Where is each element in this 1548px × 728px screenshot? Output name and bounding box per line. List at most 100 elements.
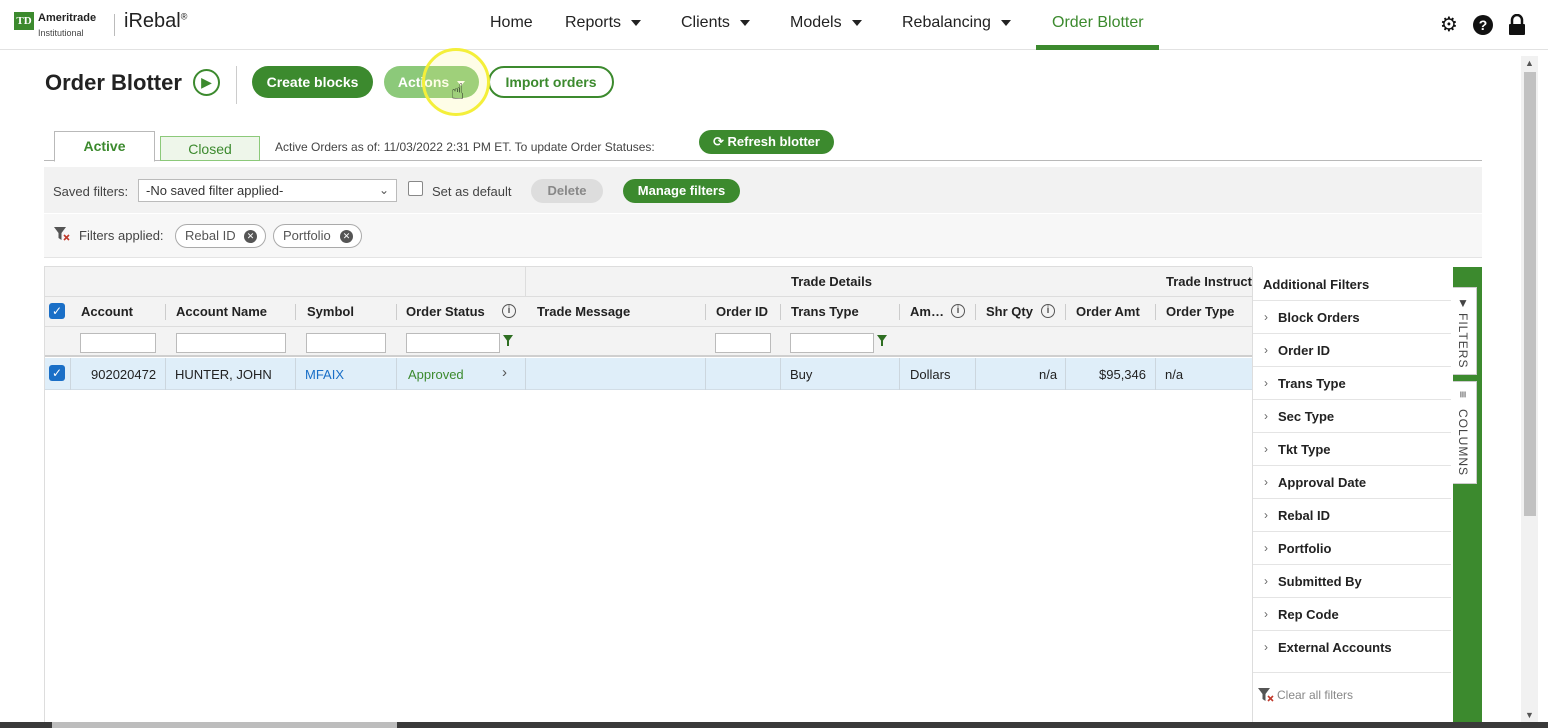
filter-group-label: Order ID [1278, 343, 1331, 358]
chevron-down-icon [631, 19, 642, 26]
grid-group-header-trade [526, 267, 1252, 297]
chevron-right-icon: › [1264, 442, 1268, 456]
tab-active[interactable]: Active [54, 131, 155, 162]
row-checkbox[interactable]: ✓ [49, 365, 65, 381]
col-shr-qty[interactable]: Shr Qty [986, 304, 1033, 319]
info-icon[interactable]: i [951, 304, 965, 318]
nav-order-blotter[interactable]: Order Blotter [1052, 14, 1144, 32]
filter-group-submitted-by[interactable]: › Submitted By [1253, 564, 1451, 597]
scroll-down-icon[interactable]: ▼ [1525, 710, 1534, 720]
create-blocks-button[interactable]: Create blocks [252, 66, 373, 98]
chevron-right-icon: › [1264, 541, 1268, 555]
scroll-up-icon[interactable]: ▲ [1525, 58, 1534, 68]
refresh-blotter-button[interactable]: ⟳ Refresh blotter [699, 130, 834, 154]
group-trade-instructions: Trade Instruct [1166, 274, 1252, 289]
filter-icon[interactable] [877, 335, 887, 346]
grid-group-header-main [45, 267, 526, 297]
nav-reports[interactable]: Reports [565, 14, 642, 32]
import-orders-button[interactable]: Import orders [488, 66, 614, 98]
symbol-link[interactable]: MFAIX [305, 367, 344, 382]
select-all-checkbox[interactable]: ✓ [49, 303, 65, 319]
nav-rebalancing[interactable]: Rebalancing [902, 14, 1011, 32]
product-logo[interactable]: iRebal® [124, 10, 187, 33]
column-divider [396, 304, 397, 320]
col-order-amt[interactable]: Order Amt [1076, 304, 1140, 319]
play-video-icon[interactable]: ▶ [193, 69, 220, 96]
filter-group-rebal-id[interactable]: › Rebal ID [1253, 498, 1451, 531]
trans-type-filter-input[interactable] [790, 333, 874, 353]
filter-chip-label: Rebal ID [185, 228, 236, 243]
filters-applied-label: Filters applied: [79, 228, 164, 243]
filter-group-tkt-type[interactable]: › Tkt Type [1253, 432, 1451, 465]
filter-group-external-accounts[interactable]: › External Accounts [1253, 630, 1451, 663]
saved-filters-label: Saved filters: [53, 184, 129, 199]
product-mark: ® [180, 11, 188, 22]
refresh-blotter-label: Refresh blotter [727, 134, 820, 149]
cell-divider [165, 358, 166, 390]
cell-divider [70, 358, 71, 390]
product-name: iRebal [124, 10, 181, 32]
tab-closed[interactable]: Closed [160, 136, 260, 161]
col-order-status[interactable]: Order Status [406, 304, 485, 319]
saved-filters-select[interactable]: -No saved filter applied- ⌄ [138, 179, 397, 202]
filter-group-sec-type[interactable]: › Sec Type [1253, 399, 1451, 432]
chevron-down-icon [851, 19, 862, 26]
filter-group-label: Portfolio [1278, 541, 1332, 556]
filter-icon[interactable] [503, 335, 513, 346]
lock-icon[interactable] [1506, 13, 1528, 36]
column-divider [780, 304, 781, 320]
column-divider [1155, 304, 1156, 320]
nav-models[interactable]: Models [790, 14, 862, 32]
scrollbar-thumb[interactable] [1524, 72, 1536, 516]
saved-filters-value: -No saved filter applied- [146, 183, 284, 198]
nav-home[interactable]: Home [490, 14, 533, 32]
manage-filters-button[interactable]: Manage filters [623, 179, 740, 203]
info-icon[interactable]: i [1041, 304, 1055, 318]
filter-group-order-id[interactable]: › Order ID [1253, 333, 1451, 366]
symbol-filter-input[interactable] [306, 333, 386, 353]
delete-filter-button[interactable]: Delete [531, 179, 603, 203]
gear-icon[interactable]: ⚙ [1438, 14, 1460, 36]
chevron-right-icon: › [1264, 574, 1268, 588]
filter-group-block-orders[interactable]: › Block Orders [1253, 300, 1451, 333]
account-filter-input[interactable] [80, 333, 156, 353]
col-symbol[interactable]: Symbol [307, 304, 354, 319]
set-as-default-checkbox[interactable] [408, 181, 423, 196]
filter-group-portfolio[interactable]: › Portfolio [1253, 531, 1451, 564]
filter-chip-label: Portfolio [283, 228, 331, 243]
col-trans-type[interactable]: Trans Type [791, 304, 859, 319]
nav-clients[interactable]: Clients [681, 14, 750, 32]
filter-chip-portfolio[interactable]: Portfolio ✕ [273, 224, 362, 248]
col-amount-type[interactable]: Am… [910, 304, 944, 319]
horizontal-scroll-thumb[interactable] [52, 722, 397, 728]
order-id-filter-input[interactable] [715, 333, 771, 353]
cell-divider [525, 358, 526, 390]
close-icon[interactable]: ✕ [340, 230, 353, 243]
filter-group-approval-date[interactable]: › Approval Date [1253, 465, 1451, 498]
filter-group-label: Block Orders [1278, 310, 1360, 325]
cell-shr-qty: n/a [1039, 367, 1058, 382]
order-status-filter-input[interactable] [406, 333, 500, 353]
nav-home-label: Home [490, 14, 533, 31]
col-order-type[interactable]: Order Type [1166, 304, 1234, 319]
filter-chip-rebal-id[interactable]: Rebal ID ✕ [175, 224, 266, 248]
clear-all-filters-link[interactable]: Clear all filters [1277, 688, 1353, 702]
col-account-name[interactable]: Account Name [176, 304, 267, 319]
refresh-icon: ⟳ [713, 134, 728, 149]
chevron-right-icon[interactable]: › [502, 364, 507, 381]
help-icon[interactable]: ? [1472, 14, 1494, 36]
filter-group-trans-type[interactable]: › Trans Type [1253, 366, 1451, 399]
info-icon[interactable]: i [502, 304, 516, 318]
filter-group-label: Rebal ID [1278, 508, 1331, 523]
col-trade-message[interactable]: Trade Message [537, 304, 630, 319]
cell-divider [780, 358, 781, 390]
close-icon[interactable]: ✕ [244, 230, 257, 243]
column-divider [165, 304, 166, 320]
cell-divider [705, 358, 706, 390]
col-order-id[interactable]: Order ID [716, 304, 768, 319]
chevron-right-icon: › [1264, 310, 1268, 324]
header-divider [236, 66, 237, 104]
col-account[interactable]: Account [81, 304, 133, 319]
account-name-filter-input[interactable] [176, 333, 286, 353]
filter-group-rep-code[interactable]: › Rep Code [1253, 597, 1451, 630]
